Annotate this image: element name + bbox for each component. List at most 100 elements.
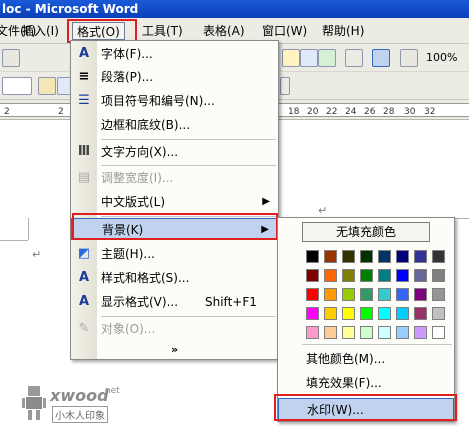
color-swatch[interactable]: [342, 288, 355, 301]
color-swatch[interactable]: [432, 269, 445, 282]
color-swatch[interactable]: [432, 307, 445, 320]
menu-item-reveal-formatting[interactable]: A 显示格式(V)... Shift+F1: [71, 291, 278, 313]
menu-item-theme[interactable]: ◩ 主题(H)...: [71, 243, 278, 265]
color-swatch[interactable]: [414, 250, 427, 263]
logo-suffix: .net: [102, 386, 120, 396]
insert-picture-icon[interactable]: [282, 49, 300, 67]
window-title: loc - Microsoft Word: [0, 0, 469, 18]
color-swatch[interactable]: [378, 269, 391, 282]
color-swatch[interactable]: [360, 288, 373, 301]
color-swatch[interactable]: [396, 269, 409, 282]
menu-item-borders[interactable]: 边框和底纹(B)...: [71, 114, 278, 136]
color-swatch[interactable]: [378, 307, 391, 320]
color-swatch[interactable]: [396, 288, 409, 301]
color-swatch[interactable]: [342, 307, 355, 320]
submenu-arrow-icon: ▶: [261, 224, 269, 235]
menu-expand-chevron-icon[interactable]: »: [71, 339, 278, 361]
logo-tagline: 小木人印象: [52, 406, 108, 423]
menu-separator: [101, 216, 276, 217]
color-swatch[interactable]: [306, 307, 319, 320]
color-swatch[interactable]: [324, 307, 337, 320]
menu-item-text-direction[interactable]: Ⅲ 文字方向(X)...: [71, 141, 278, 163]
menu-item-adjust-width: ▤ 调整宽度(I)...: [71, 167, 278, 189]
insert-table-icon[interactable]: [300, 49, 318, 67]
menu-table[interactable]: 表格(A): [203, 22, 245, 40]
menu-item-chinese-layout[interactable]: 中文版式(L) ▶: [71, 191, 278, 213]
color-swatch[interactable]: [396, 307, 409, 320]
color-swatch[interactable]: [432, 250, 445, 263]
color-swatch[interactable]: [324, 288, 337, 301]
menu-item-font[interactable]: A 字体(F)...: [71, 43, 278, 65]
color-swatch[interactable]: [414, 269, 427, 282]
menu-item-label: 边框和底纹(B)...: [101, 118, 191, 132]
color-swatch[interactable]: [342, 326, 355, 339]
menu-item-fill-effects[interactable]: 填充效果(F)...: [278, 372, 454, 394]
adjust-width-icon: ▤: [77, 170, 91, 185]
menu-item-label: 段落(P)...: [101, 70, 154, 84]
no-fill-color-button[interactable]: 无填充颜色: [302, 222, 430, 242]
color-swatch[interactable]: [360, 250, 373, 263]
object-icon: ✎: [78, 321, 90, 336]
color-swatch[interactable]: [378, 250, 391, 263]
menu-separator: [101, 165, 276, 166]
reveal-format-icon: A: [78, 294, 90, 309]
menu-window[interactable]: 窗口(W): [262, 22, 307, 40]
theme-icon: ◩: [77, 246, 91, 261]
color-swatch[interactable]: [342, 269, 355, 282]
site-logo: xwood .net 小木人印象: [22, 380, 132, 430]
ruler-tick: 20: [307, 107, 319, 117]
menu-format[interactable]: 格式(O): [72, 22, 125, 40]
color-swatch[interactable]: [378, 288, 391, 301]
submenu-arrow-icon: ▶: [262, 196, 270, 207]
color-swatch[interactable]: [396, 250, 409, 263]
menu-item-watermark[interactable]: 水印(W)...: [278, 398, 454, 420]
color-swatch[interactable]: [324, 326, 337, 339]
menu-item-background[interactable]: 背景(K) ▶: [71, 218, 278, 240]
toolbar-button[interactable]: [2, 49, 20, 67]
menu-item-label: 中文版式(L): [101, 195, 166, 209]
toolbar-overflow[interactable]: [280, 77, 290, 95]
page-margin-line: [0, 240, 28, 241]
menu-item-label: 调整宽度(I)...: [101, 171, 174, 185]
menu-help[interactable]: 帮助(H): [322, 22, 364, 40]
robot-logo-icon: [22, 386, 46, 420]
menu-tools[interactable]: 工具(T): [142, 22, 183, 40]
text-direction-icon: Ⅲ: [77, 144, 91, 159]
color-swatch[interactable]: [360, 269, 373, 282]
paragraph-icon: ≡: [78, 69, 90, 84]
style-dropdown[interactable]: [2, 77, 32, 95]
ruler-tick: 32: [424, 107, 436, 117]
color-swatch[interactable]: [432, 288, 445, 301]
color-swatch[interactable]: [360, 326, 373, 339]
menu-item-styles[interactable]: A 样式和格式(S)...: [71, 267, 278, 289]
ruler-tick: 30: [404, 107, 416, 117]
menu-separator: [101, 316, 276, 317]
color-swatch[interactable]: [414, 288, 427, 301]
page-margin-line: [28, 218, 29, 240]
color-swatch[interactable]: [432, 326, 445, 339]
color-swatch[interactable]: [342, 250, 355, 263]
columns-icon[interactable]: [345, 49, 363, 67]
color-swatch[interactable]: [378, 326, 391, 339]
color-swatch[interactable]: [306, 326, 319, 339]
color-swatch[interactable]: [306, 288, 319, 301]
color-swatch[interactable]: [360, 307, 373, 320]
color-swatch[interactable]: [324, 250, 337, 263]
insert-excel-icon[interactable]: [318, 49, 336, 67]
ruler-tick: 28: [383, 107, 395, 117]
zoom-value[interactable]: 100%: [426, 51, 457, 64]
menu-item-bullets[interactable]: ☰ 项目符号和编号(N)...: [71, 90, 278, 112]
menu-separator: [101, 139, 276, 140]
color-swatch[interactable]: [414, 326, 427, 339]
drawing-icon[interactable]: [372, 49, 390, 67]
color-swatch[interactable]: [306, 250, 319, 263]
color-swatch[interactable]: [414, 307, 427, 320]
color-swatch[interactable]: [324, 269, 337, 282]
color-swatch[interactable]: [306, 269, 319, 282]
menu-item-more-colors[interactable]: 其他颜色(M)...: [278, 348, 454, 370]
document-map-icon[interactable]: [400, 49, 418, 67]
color-swatch[interactable]: [396, 326, 409, 339]
toolbar-button[interactable]: [38, 77, 56, 95]
menu-insert[interactable]: 插入(I): [22, 22, 59, 40]
menu-item-paragraph[interactable]: ≡ 段落(P)...: [71, 66, 278, 88]
